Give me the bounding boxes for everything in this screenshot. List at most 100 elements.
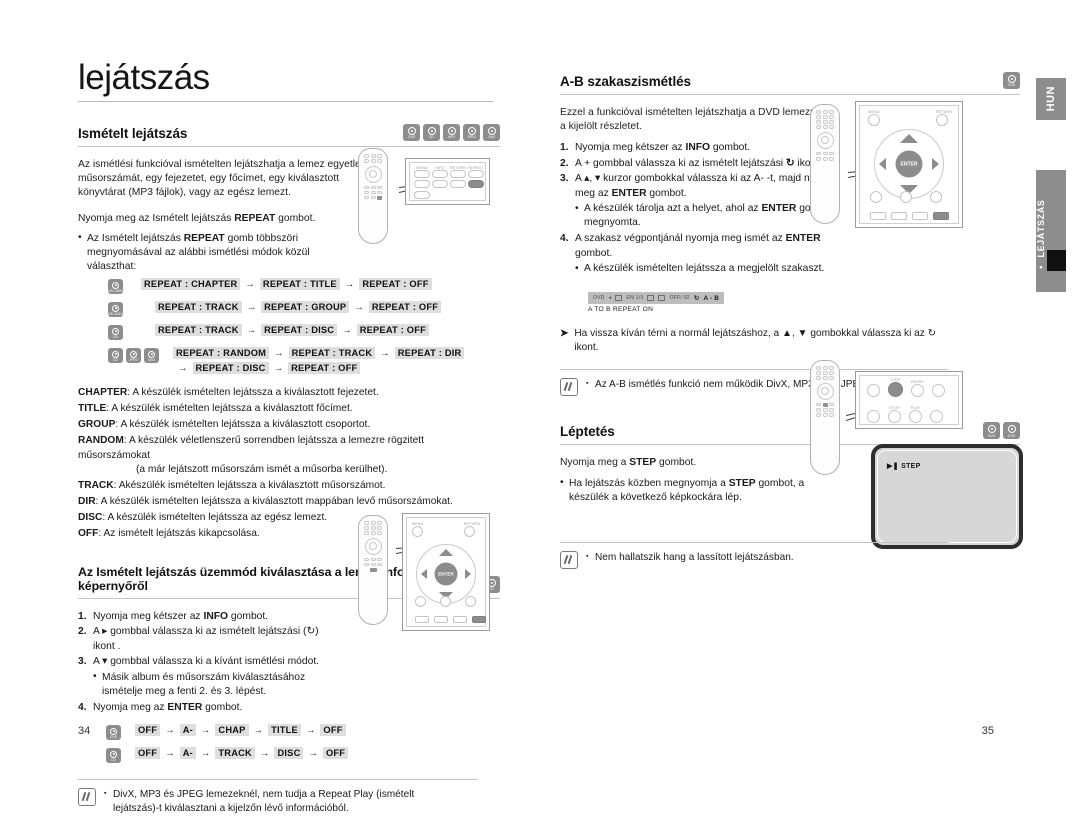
badge-cd: CD — [423, 124, 440, 141]
chip: REPEAT : RANDOM — [173, 347, 270, 360]
button-label: MENU — [416, 166, 428, 170]
transport-play-button — [909, 410, 922, 423]
chip: CHAP — [215, 724, 249, 737]
step-item: 4. A szakasz végpontjánál nyomja meg ismé… — [560, 232, 845, 276]
remote-button — [816, 413, 821, 417]
step-number: 4. — [78, 702, 87, 714]
illustration-cursor-panel: MENU RETURN ENTER — [402, 513, 490, 631]
repeat-bullet: Az Ismételt lejátszás REPEAT gomb többsz… — [78, 231, 328, 275]
remote-button — [370, 557, 376, 562]
illustration-front-panel-repeat: MENU INFO RETURN REPEAT — [405, 158, 490, 205]
disc-icon — [427, 126, 436, 135]
note-text: Nem hallatszik hang a lassított lejátszá… — [586, 550, 794, 565]
page-right: A-B szakaszismétlés DVD Ezzel a funkcióv… — [560, 0, 1080, 789]
chip: OFF — [322, 747, 349, 760]
remote-button — [370, 562, 376, 567]
remote-button — [370, 531, 376, 535]
arrow-icon: → — [259, 747, 270, 759]
step-item: 3. A ▴, ▾ kurzor gombokkal válassza ki az… — [560, 172, 845, 230]
ab-steps: 1. Nyomja meg kétszer az INFO gombot. 2. A… — [560, 141, 845, 276]
front-panel-button-cell: MENU — [414, 166, 430, 178]
transport-stop-button — [888, 410, 901, 423]
remote-button — [370, 521, 376, 525]
step-item: 1. Nyomja meg kétszer az INFO gombot. — [560, 141, 845, 155]
badge-group-step: DVD DVD — [983, 422, 1020, 440]
definition-term: DISC — [78, 511, 103, 523]
chip: REPEAT : TITLE — [259, 278, 340, 291]
badge-jpeg: JPEG — [126, 348, 141, 364]
front-panel-button — [414, 191, 430, 199]
panel-button-info — [933, 212, 949, 220]
disc-icon — [407, 126, 416, 135]
remote-button — [364, 159, 369, 163]
remote-button — [829, 115, 834, 119]
chip: TRACK — [215, 747, 255, 760]
sequence-icons: DVD — [106, 724, 121, 741]
remote-button — [377, 159, 382, 163]
transport-prev-button — [867, 384, 880, 397]
section-title-repeat: Ismételt lejátszás — [78, 126, 188, 141]
remote-button — [377, 526, 382, 530]
panel-bottom-row — [870, 212, 949, 220]
step-bullet: A készülék tárolja azt a helyet, ahol az… — [575, 202, 845, 230]
remote-button — [822, 366, 828, 370]
remote-button-grid — [364, 185, 382, 200]
arrow-icon: → — [274, 347, 284, 359]
transport-top-row: STEP PAUSE — [867, 378, 945, 397]
step-press-instruction: Nyomja meg a STEP gombot. — [560, 457, 697, 469]
tip-arrow-icon: ➤ — [560, 328, 569, 340]
remote-button — [816, 408, 821, 412]
remote-button — [364, 195, 369, 200]
remote-button-grid — [364, 521, 382, 535]
illustration-transport-panel: STEP PAUSE STOP PLAY — [855, 371, 963, 429]
repeat-intro: Az ismétlési funkcióval ismételten leját… — [78, 159, 367, 199]
transport-pause-group: PAUSE — [911, 380, 924, 397]
definition-term: DIR — [78, 495, 96, 507]
disc-icon — [130, 350, 137, 358]
note-info-screen: DivX, MP3 és JPEG lemezeknél, nem tudja … — [78, 779, 478, 816]
transport-pause-button — [911, 384, 924, 397]
sequence-row: CD REPEAT : TRACK → REPEAT : DISC → REPE… — [108, 324, 500, 341]
remote-button — [822, 125, 828, 129]
sequence-chips: REPEAT : CHAPTER → REPEAT : TITLE → REPE… — [141, 278, 432, 291]
arrow-icon: → — [165, 747, 175, 759]
panel-return-button — [935, 114, 948, 126]
arrow-icon: → — [344, 278, 355, 290]
remote-button — [822, 376, 828, 380]
page-number-right: 35 — [981, 725, 994, 737]
cursor-right-arrow-icon — [465, 569, 471, 579]
remote-button — [364, 185, 369, 190]
disc-icon — [467, 126, 476, 135]
cursor-ring: ENTER — [874, 129, 944, 199]
step-bullet-list: Ha lejátszás közben megnyomja a STEP gom… — [560, 476, 810, 505]
step-bullet: A készülék ismételten lejátssza a megjel… — [575, 262, 845, 276]
panel-top-row: MENU RETURN — [868, 110, 952, 126]
manual-spread: lejátszás Ismételt lejátszás DVD CD MP3 … — [0, 0, 1080, 814]
cursor-left-arrow-icon — [879, 158, 886, 170]
definition-text: : A készülék ismételten lejátssza a kivá… — [106, 403, 353, 415]
panel-button — [870, 212, 886, 220]
panel-button — [912, 212, 928, 220]
arrow-icon: → — [200, 724, 211, 736]
step-number: 4. — [560, 233, 569, 245]
step-number: 2. — [78, 626, 87, 638]
remote-button — [816, 125, 821, 129]
remote-button-grid — [364, 557, 382, 567]
badge-mp3: MP3 — [443, 124, 460, 141]
step-bullet: Ha lejátszás közben megnyomja a STEP gom… — [560, 476, 810, 505]
badge-dvd: DVD — [403, 124, 420, 141]
panel-button — [465, 596, 476, 607]
remote-button — [377, 521, 382, 525]
remote-navigation-wheel — [364, 537, 382, 555]
badge-jpeg: JPEG — [463, 124, 480, 141]
badge-divx: DivX — [483, 124, 500, 141]
disc-icon — [112, 304, 119, 312]
remote-button — [816, 115, 821, 119]
definition-term: RANDOM — [78, 435, 124, 447]
tv-screen: ▶❚ STEP — [871, 444, 1023, 549]
osd-subtitle-icon — [615, 295, 623, 302]
remote-button-highlighted — [377, 195, 382, 200]
definition-item: CHAPTER: A készülék ismételten lejátssza… — [78, 386, 458, 400]
panel-button — [415, 616, 429, 623]
chip: REPEAT : OFF — [368, 301, 442, 314]
